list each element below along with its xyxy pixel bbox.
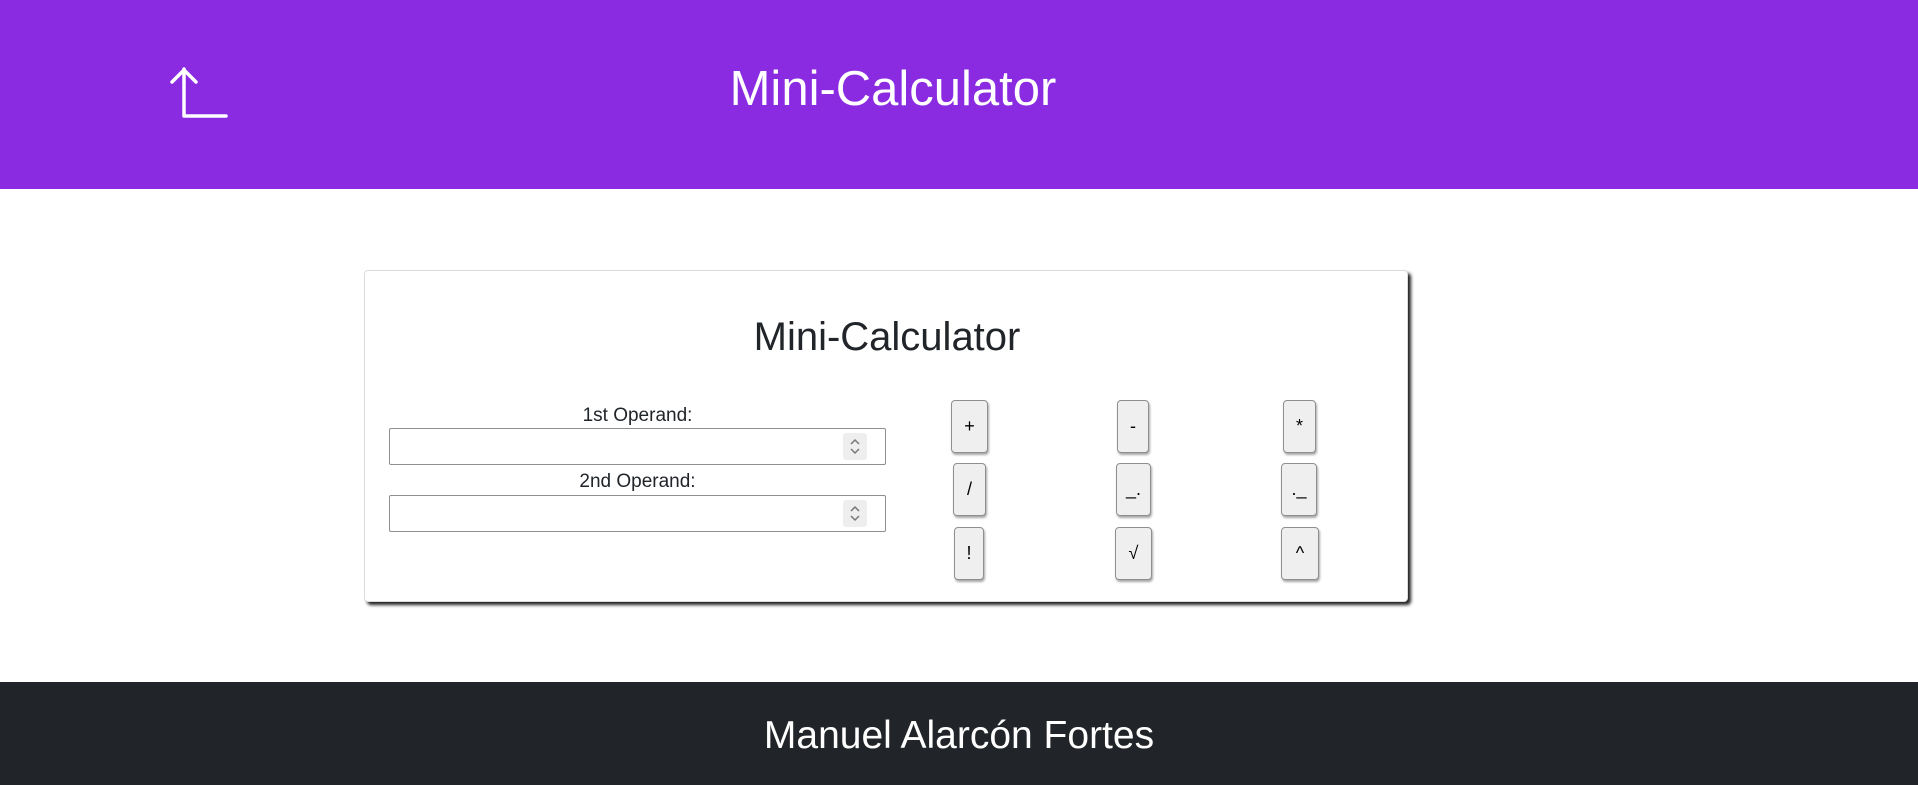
page-header: Mini-Calculator: [0, 0, 1918, 189]
second-operand-label: 2nd Operand:: [579, 471, 696, 492]
first-operand-label: 1st Operand:: [582, 405, 693, 426]
number-spinner-icon[interactable]: [843, 500, 867, 527]
factorial-button[interactable]: !: [954, 527, 984, 580]
page-title: Mini-Calculator: [729, 62, 1057, 116]
multiply-button[interactable]: *: [1283, 400, 1316, 453]
calculator-title: Mini-Calculator: [753, 315, 1021, 359]
calculator-card: Mini-Calculator 1st Operand: 2nd Operand…: [364, 270, 1408, 602]
divide-button[interactable]: /: [953, 463, 986, 516]
dot-underscore-button[interactable]: ._: [1281, 463, 1317, 516]
add-button[interactable]: +: [951, 400, 988, 453]
square-root-button[interactable]: √: [1115, 527, 1152, 580]
number-spinner-icon[interactable]: [843, 433, 867, 460]
first-operand-input[interactable]: [389, 428, 886, 465]
underscore-dot-button[interactable]: _.: [1116, 463, 1151, 516]
subtract-button[interactable]: -: [1117, 400, 1149, 453]
author-name: Manuel Alarcón Fortes: [763, 714, 1155, 757]
power-button[interactable]: ^: [1281, 527, 1319, 580]
page-footer: Manuel Alarcón Fortes: [0, 682, 1918, 785]
second-operand-input[interactable]: [389, 495, 886, 532]
